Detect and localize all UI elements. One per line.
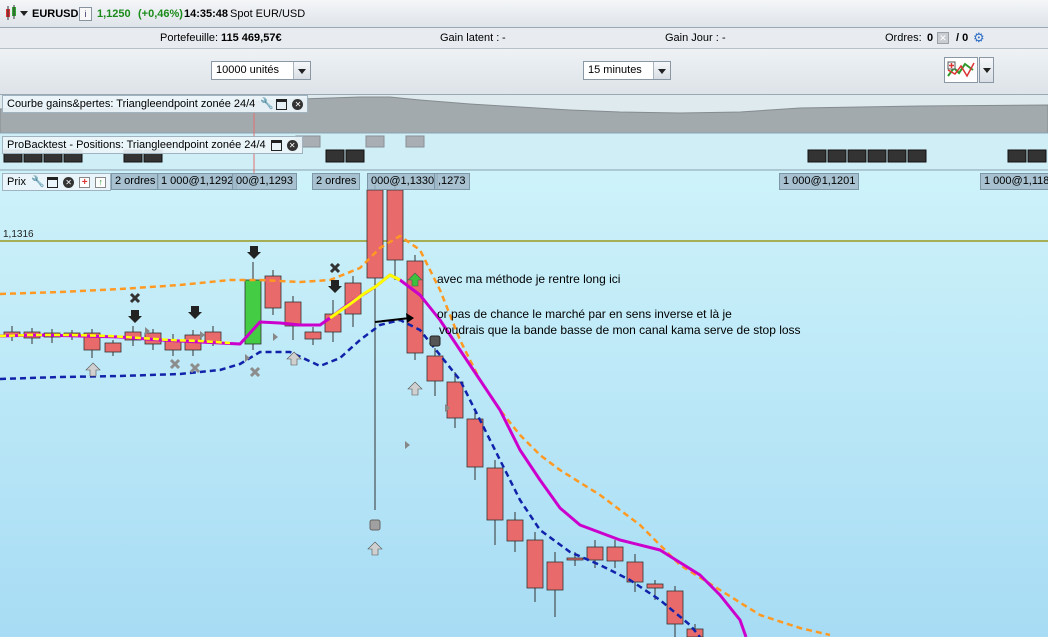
positions-panel-title: ProBacktest - Positions: Triangleendpoin…	[7, 139, 266, 151]
chart-indicator-icon	[947, 61, 975, 78]
units-select[interactable]: 10000 unités	[211, 61, 311, 80]
cancel-orders-icon[interactable]: ✕	[937, 32, 949, 44]
position-box	[827, 149, 847, 163]
position-box	[405, 135, 425, 148]
close-icon[interactable]: ✕	[286, 139, 298, 151]
annotation-text: voudrais que la bande basse de mon canal…	[439, 323, 801, 337]
wrench-icon[interactable]: 🔧	[260, 98, 274, 110]
portfolio-value: 115 469,57€	[221, 32, 282, 44]
arrow-up-icon[interactable]: ↑	[95, 176, 107, 188]
candlestick-icon[interactable]	[4, 5, 18, 21]
order-tag[interactable]: 2 ordres	[111, 173, 160, 190]
order-tag[interactable]: 2 ordres	[312, 173, 361, 190]
portfolio-bar: Portefeuille: 115 469,57€ Gain latent : …	[0, 28, 1048, 49]
bear-candle	[446, 381, 464, 419]
bear-candle	[546, 561, 564, 591]
top-toolbar: EURUSD i 1,1250 (+0,46%) 14:35:48 Spot E…	[0, 0, 1048, 28]
order-tag[interactable]: 1 000@1,118	[980, 173, 1048, 190]
add-indicator-button[interactable]	[944, 57, 978, 83]
indicator-menu-button[interactable]	[979, 57, 994, 83]
order-tag[interactable]: ,1273	[434, 173, 470, 190]
equity-panel-title: Courbe gains&pertes: Triangleendpoint zo…	[7, 98, 256, 110]
position-box	[1007, 149, 1027, 163]
order-tag[interactable]: 00@1,1293	[232, 173, 298, 190]
chevron-down-icon[interactable]	[20, 11, 28, 16]
bear-candle	[386, 189, 404, 261]
orders-total: / 0	[956, 32, 969, 44]
annotation-text: or pas de chance le marché par en sens i…	[437, 307, 732, 321]
gain-latent-label: Gain latent :	[440, 32, 500, 44]
price-panel-title: Prix	[7, 176, 26, 188]
bear-candle	[366, 189, 384, 279]
equity-panel-label: Courbe gains&pertes: Triangleendpoint zo…	[2, 95, 309, 113]
symbol-label[interactable]: EURUSD	[32, 8, 78, 20]
last-price: 1,1250	[97, 8, 131, 20]
window-icon[interactable]	[47, 176, 59, 188]
position-box	[365, 135, 385, 148]
stop-marker-icon	[429, 335, 441, 347]
bear-candle	[526, 539, 544, 589]
gear-icon[interactable]: ⚙	[973, 30, 985, 46]
bear-candle	[486, 467, 504, 521]
positions-panel-label: ProBacktest - Positions: Triangleendpoin…	[2, 136, 303, 154]
annotation-text: avec ma méthode je rentre long ici	[437, 272, 621, 286]
position-box	[345, 149, 365, 163]
gain-latent-value: -	[502, 32, 506, 44]
chevron-down-icon[interactable]	[293, 62, 310, 79]
orders-value: 0	[927, 32, 934, 44]
close-icon[interactable]: ✕	[63, 176, 75, 188]
gain-jour-label: Gain Jour :	[665, 32, 719, 44]
bear-candle	[606, 546, 624, 562]
position-box	[847, 149, 867, 163]
units-value: 10000 unités	[216, 64, 279, 76]
close-icon[interactable]: ✕	[292, 98, 304, 110]
gain-jour-value: -	[722, 32, 726, 44]
bear-candle	[666, 590, 684, 625]
order-tag[interactable]: 000@1,1330	[367, 173, 439, 190]
window-icon[interactable]	[276, 98, 288, 110]
add-icon[interactable]: +	[79, 176, 91, 188]
bear-candle	[304, 331, 322, 340]
bear-candle	[586, 546, 604, 561]
bear-candle	[104, 342, 122, 353]
position-box	[325, 149, 345, 163]
chart-controls: 10000 unités 15 minutes	[0, 49, 1048, 95]
bear-candle	[566, 557, 584, 561]
position-box	[807, 149, 827, 163]
bear-candle	[466, 418, 484, 468]
portfolio-label: Portefeuille:	[160, 32, 219, 44]
order-tag[interactable]: 1 000@1,1292	[157, 173, 238, 190]
price-level-label: 1,1316	[3, 229, 34, 240]
instrument-name: Spot EUR/USD	[230, 8, 306, 20]
order-tag[interactable]: 1 000@1,1201	[779, 173, 860, 190]
position-box	[1027, 149, 1047, 163]
bear-candle	[506, 519, 524, 542]
orders-label: Ordres:	[885, 32, 922, 44]
bear-candle	[646, 583, 664, 589]
clock-time: 14:35:48	[184, 8, 229, 20]
window-icon[interactable]	[270, 139, 282, 151]
price-panel-label: Prix 🔧 ✕ + ↑	[2, 173, 112, 191]
price-change: (+0,46%)	[138, 8, 183, 20]
position-box	[907, 149, 927, 163]
position-box	[887, 149, 907, 163]
timeframe-select[interactable]: 15 minutes	[583, 61, 671, 80]
info-icon[interactable]: i	[79, 7, 92, 21]
timeframe-value: 15 minutes	[588, 64, 642, 76]
chevron-down-icon[interactable]	[653, 62, 670, 79]
bear-candle	[426, 355, 444, 382]
stop-marker-icon	[369, 519, 381, 531]
position-box	[867, 149, 887, 163]
chevron-down-icon	[983, 68, 991, 73]
wrench-icon[interactable]: 🔧	[31, 176, 45, 188]
